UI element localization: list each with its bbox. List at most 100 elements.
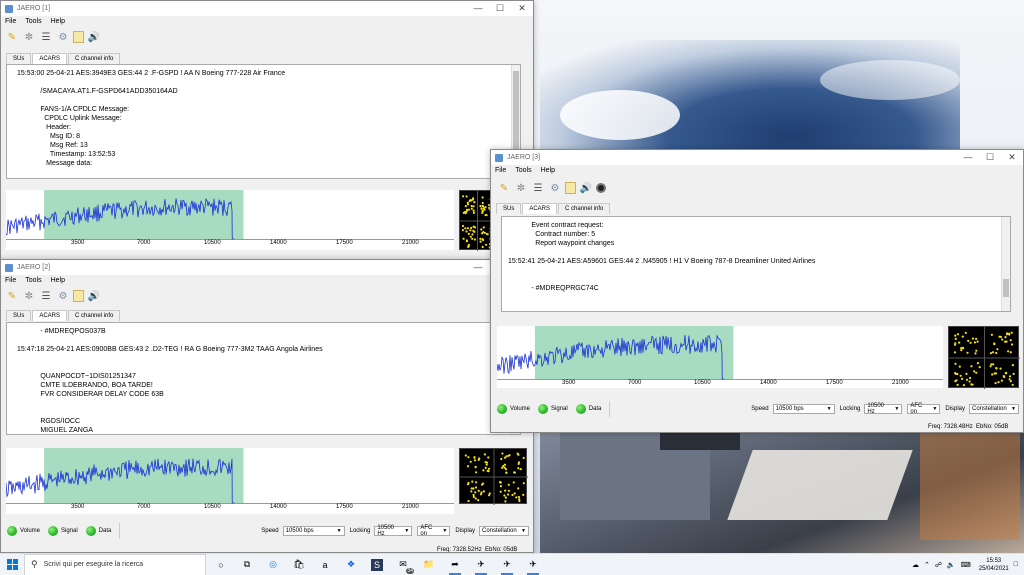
jaero-window-3[interactable]: JAERO [3] — ☐ ✕ File Tools Help ✎ ✼ ☰ ⚙ … xyxy=(490,149,1024,433)
tab-acars[interactable]: ACARS xyxy=(522,203,558,214)
afc-select[interactable]: AFC on ▼ xyxy=(907,403,941,415)
signal-band xyxy=(44,190,244,240)
list-icon[interactable]: ☰ xyxy=(39,30,53,44)
constellation-point xyxy=(997,381,1000,384)
menu-tools[interactable]: Tools xyxy=(515,167,531,174)
tab-sus[interactable]: SUs xyxy=(6,53,32,64)
task-view-icon[interactable]: ⧉ xyxy=(236,554,258,575)
constellation-point xyxy=(998,335,1001,338)
network-icon[interactable]: ☍ xyxy=(935,561,942,569)
title-bar[interactable]: JAERO [1] — ☐ ✕ xyxy=(1,1,533,16)
folder-icon[interactable]: 📁 xyxy=(418,554,440,575)
constellation-point xyxy=(499,481,502,484)
minimize-icon[interactable]: — xyxy=(957,150,979,165)
settings-gear-icon[interactable]: ⚙ xyxy=(548,181,562,195)
store-icon[interactable]: 🛍 xyxy=(288,554,310,575)
vertical-scrollbar[interactable] xyxy=(1001,217,1010,311)
title-bar[interactable]: JAERO [2] — ☐ ✕ xyxy=(1,260,533,275)
clear-broom-icon[interactable]: ✎ xyxy=(5,289,19,303)
document-icon[interactable] xyxy=(73,31,84,43)
keyboard-icon[interactable]: ⌨ xyxy=(961,561,971,569)
maximize-icon[interactable]: ☐ xyxy=(979,150,1001,165)
tab-c-channel-info[interactable]: C channel info xyxy=(68,310,121,321)
speaker-icon[interactable]: 🔊 xyxy=(579,181,593,195)
jaero-taskbar-icon-4[interactable]: ✈ xyxy=(522,554,544,575)
volume-icon[interactable]: 🔈 xyxy=(947,561,956,569)
menu-file[interactable]: File xyxy=(5,277,16,284)
constellation-point xyxy=(995,367,998,370)
menu-help[interactable]: Help xyxy=(541,167,555,174)
tab-sus[interactable]: SUs xyxy=(6,310,32,321)
menu-tools[interactable]: Tools xyxy=(25,277,41,284)
system-clock[interactable]: 15:53 25/04/2021 xyxy=(979,557,1009,573)
acars-message-area[interactable]: - #MDREQPOS037B 15:47:18 25-04-21 AES:090… xyxy=(6,322,521,435)
maximize-icon[interactable]: ☐ xyxy=(489,1,511,16)
jaero-window-1[interactable]: JAERO [1] — ☐ ✕ File Tools Help ✎ ✼ ☰ ⚙ … xyxy=(0,0,534,262)
menu-help[interactable]: Help xyxy=(51,277,65,284)
acars-message-area[interactable]: Event contract request: Contract number:… xyxy=(501,216,1011,312)
mail-icon[interactable]: ✉ 34 xyxy=(392,554,414,575)
tab-c-channel-info[interactable]: C channel info xyxy=(68,53,121,64)
satellite-icon[interactable]: ✼ xyxy=(514,181,528,195)
speaker-icon[interactable]: 🔊 xyxy=(87,289,101,303)
list-icon[interactable]: ☰ xyxy=(39,289,53,303)
jaero-taskbar-icon-2[interactable]: ✈ xyxy=(470,554,492,575)
speaker-icon[interactable]: 🔊 xyxy=(87,30,101,44)
chevron-up-icon[interactable]: ⌃ xyxy=(924,561,930,569)
clear-broom-icon[interactable]: ✎ xyxy=(497,181,511,195)
acars-message-area[interactable]: 15:53:00 25-04-21 AES:3949E3 GES:44 2 .F… xyxy=(6,64,521,179)
tab-acars[interactable]: ACARS xyxy=(32,53,68,64)
settings-gear-icon[interactable]: ⚙ xyxy=(56,289,70,303)
menu-tools[interactable]: Tools xyxy=(25,18,41,25)
list-icon[interactable]: ☰ xyxy=(531,181,545,195)
speed-select[interactable]: 10500 bps ▼ xyxy=(772,404,835,414)
constellation-point xyxy=(487,456,490,459)
constellation-point xyxy=(954,362,957,365)
document-icon[interactable] xyxy=(73,290,84,302)
message-line: Report waypoint changes xyxy=(508,240,615,247)
satellite-icon[interactable]: ✼ xyxy=(22,289,36,303)
document-icon[interactable] xyxy=(565,182,576,194)
menu-help[interactable]: Help xyxy=(51,18,65,25)
weather-icon[interactable]: ☁ xyxy=(912,561,919,569)
menu-file[interactable]: File xyxy=(5,18,16,25)
display-select[interactable]: Constellation ▼ xyxy=(479,526,529,536)
taskbar-search[interactable]: ⚲ Scrivi qui per eseguire la ricerca xyxy=(24,553,206,575)
menu-file[interactable]: File xyxy=(495,167,506,174)
edge-icon[interactable]: ◎ xyxy=(262,554,284,575)
constellation-point xyxy=(472,495,475,499)
locking-select[interactable]: 10500 Hz ▼ xyxy=(374,525,413,537)
constellation-point xyxy=(464,205,467,208)
settings-gear-icon[interactable]: ⚙ xyxy=(56,30,70,44)
constellation-point xyxy=(504,489,507,492)
clear-broom-icon[interactable]: ✎ xyxy=(5,30,19,44)
app-s-icon[interactable]: S xyxy=(366,554,388,575)
jaero-window-2[interactable]: JAERO [2] — ☐ ✕ File Tools Help ✎ ✼ ☰ ⚙ … xyxy=(0,259,534,553)
start-button[interactable] xyxy=(0,554,24,575)
close-icon[interactable]: ✕ xyxy=(511,1,533,16)
tab-acars[interactable]: ACARS xyxy=(32,310,68,321)
display-select[interactable]: Constellation ▼ xyxy=(969,404,1019,414)
afc-select[interactable]: AFC on ▼ xyxy=(417,525,451,537)
tab-sus[interactable]: SUs xyxy=(496,203,522,214)
amazon-icon[interactable]: a xyxy=(314,554,336,575)
tab-c-channel-info[interactable]: C channel info xyxy=(558,203,611,214)
speed-label: Speed xyxy=(261,528,279,534)
signal-label: Signal xyxy=(551,406,568,412)
dropbox-icon[interactable]: ❖ xyxy=(340,554,362,575)
speed-select[interactable]: 10500 bps ▼ xyxy=(282,526,345,536)
satellite-icon[interactable]: ✼ xyxy=(22,30,36,44)
title-bar[interactable]: JAERO [3] — ☐ ✕ xyxy=(491,150,1023,165)
minimize-icon[interactable]: — xyxy=(467,260,489,275)
locking-select[interactable]: 10500 Hz ▼ xyxy=(864,403,903,415)
minimize-icon[interactable]: — xyxy=(467,1,489,16)
notifications-icon[interactable]: □ xyxy=(1014,561,1018,568)
cortana-icon[interactable]: ○ xyxy=(210,554,232,575)
jaero-taskbar-icon-3[interactable]: ✈ xyxy=(496,554,518,575)
message-line xyxy=(17,363,520,372)
constellation-plot xyxy=(459,448,528,505)
constellation-point xyxy=(517,495,521,499)
record-icon[interactable] xyxy=(596,183,606,193)
close-icon[interactable]: ✕ xyxy=(1001,150,1023,165)
jaero-taskbar-icon[interactable]: ➦ xyxy=(444,554,466,575)
